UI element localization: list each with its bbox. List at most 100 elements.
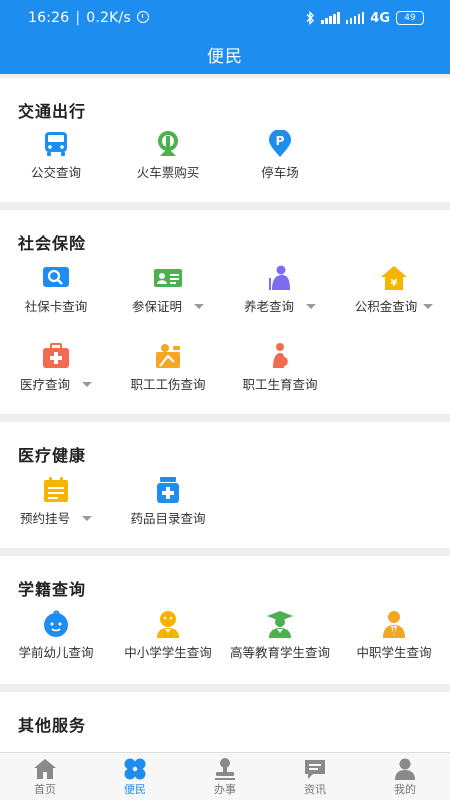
network-type: 4G	[370, 10, 390, 26]
service-label: 火车票购买	[136, 165, 200, 180]
service-label: 职工生育查询	[242, 377, 318, 392]
card-search-icon	[43, 267, 69, 287]
alarm-icon	[136, 11, 149, 23]
signal-icon	[321, 12, 340, 24]
section-title: 社会保险	[18, 234, 87, 253]
service-medical-query[interactable]: 医疗查询	[0, 342, 112, 398]
bus-icon	[45, 132, 67, 156]
service-label: 中小学学生查询	[124, 645, 212, 660]
svg-text:P: P	[276, 134, 285, 148]
parking-icon: P	[269, 130, 291, 157]
chevron-down-icon	[194, 304, 204, 309]
section-title: 其他服务	[18, 716, 87, 735]
service-social-card-query[interactable]: 社保卡查询	[0, 264, 112, 320]
medical-kit-icon	[43, 343, 69, 368]
service-drug-catalog[interactable]: 药品目录查询	[112, 476, 224, 532]
service-train-ticket[interactable]: 火车票购买	[112, 130, 224, 186]
service-label: 参保证明	[112, 298, 224, 316]
svg-text:¥: ¥	[391, 278, 398, 289]
service-label: 学前幼儿查询	[18, 645, 94, 660]
chevron-down-icon	[82, 516, 92, 521]
service-appointment[interactable]: 预约挂号	[0, 476, 112, 532]
section-transport: 交通出行 公交查询 火车票购买 P 停车场	[0, 78, 450, 202]
chevron-down-icon	[82, 382, 92, 387]
service-label: 职工工伤查询	[130, 377, 206, 392]
service-label: 养老查询	[224, 298, 336, 316]
student-icon	[157, 611, 179, 638]
service-maternity-query[interactable]: 职工生育查询	[224, 342, 336, 398]
service-housing-fund-query[interactable]: ¥ 公积金查询	[338, 264, 450, 320]
service-label: 预约挂号	[0, 510, 112, 528]
service-k12-student-query[interactable]: 中小学学生查询	[112, 610, 224, 676]
grid-icon	[124, 758, 146, 780]
service-label: 医疗查询	[0, 376, 112, 394]
chevron-down-icon	[423, 304, 434, 309]
section-title: 医疗健康	[18, 446, 87, 465]
tab-label: 便民	[124, 783, 146, 796]
service-work-injury-query[interactable]: 职工工伤查询	[112, 342, 224, 398]
section-healthcare: 医疗健康 预约挂号 药品目录查询	[0, 422, 450, 548]
baby-icon	[44, 610, 68, 637]
medicine-icon	[157, 477, 179, 503]
tab-label: 首页	[34, 783, 56, 796]
calendar-icon	[44, 477, 68, 502]
status-separator: |	[75, 10, 81, 26]
elderly-icon	[269, 265, 290, 290]
tab-home[interactable]: 首页	[0, 753, 90, 800]
id-card-icon	[154, 269, 182, 287]
section-other-services: 其他服务	[0, 692, 450, 752]
status-bar: 16:26 | 0.2K/s 4G 49	[0, 0, 450, 38]
user-icon	[395, 758, 415, 780]
section-title: 学籍查询	[18, 580, 87, 599]
label-text: 预约挂号	[19, 511, 70, 526]
tab-news[interactable]: 资讯	[270, 753, 360, 800]
service-higher-edu-query[interactable]: 高等教育学生查询	[224, 610, 336, 676]
bottom-tab-bar: 首页 便民 办事 资讯 我的	[0, 752, 450, 800]
status-right: 4G 49	[305, 10, 424, 26]
maternity-icon	[273, 343, 288, 368]
chevron-down-icon	[306, 304, 316, 309]
injury-icon	[156, 344, 180, 368]
status-speed: 0.2K/s	[86, 10, 131, 26]
section-student-records: 学籍查询 学前幼儿查询 中小学学生查询 高等教育学生查询 中职学生查询	[0, 556, 450, 684]
tab-label: 办事	[214, 783, 236, 796]
tab-mine[interactable]: 我的	[360, 753, 450, 800]
page-title: 便民	[207, 47, 243, 67]
section-title: 交通出行	[18, 102, 87, 121]
app-screen: 16:26 | 0.2K/s 4G 49 便民 交通出行 公交查询 火车票购买 …	[0, 0, 450, 800]
status-time: 16:26	[28, 10, 70, 26]
tab-label: 我的	[394, 783, 416, 796]
bluetooth-icon	[306, 11, 315, 25]
service-bus-query[interactable]: 公交查询	[0, 130, 112, 186]
battery-level: 49	[404, 13, 416, 23]
battery-icon: 49	[396, 11, 424, 25]
service-label: 药品目录查询	[130, 511, 206, 526]
tab-label: 资讯	[304, 783, 326, 796]
label-text: 参保证明	[131, 299, 182, 314]
service-label: 公积金查询	[338, 298, 450, 316]
top-bar: 16:26 | 0.2K/s 4G 49 便民	[0, 0, 450, 74]
signal-icon-2	[345, 12, 365, 24]
service-label: 社保卡查询	[24, 299, 88, 314]
service-parking[interactable]: P 停车场	[224, 130, 336, 186]
house-fund-icon: ¥	[381, 266, 407, 290]
section-social-insurance: 社会保险 社保卡查询 参保证明 养老查询 ¥ 公积金查询 医疗查询 职工工伤查询…	[0, 210, 450, 414]
service-label: 中职学生查询	[356, 645, 432, 660]
message-icon	[305, 760, 325, 779]
service-label: 停车场	[261, 165, 299, 180]
service-label: 公交查询	[30, 165, 81, 180]
service-insurance-proof[interactable]: 参保证明	[112, 264, 224, 320]
train-icon	[158, 131, 178, 156]
vocational-icon	[383, 611, 405, 638]
service-vocational-query[interactable]: 中职学生查询	[338, 610, 450, 676]
tab-affairs[interactable]: 办事	[180, 753, 270, 800]
service-label: 高等教育学生查询	[230, 645, 331, 660]
service-preschool-query[interactable]: 学前幼儿查询	[0, 610, 112, 676]
status-left: 16:26 | 0.2K/s	[28, 10, 149, 26]
graduate-icon	[267, 611, 293, 638]
service-pension-query[interactable]: 养老查询	[224, 264, 336, 320]
tab-convenience[interactable]: 便民	[90, 753, 180, 800]
label-text: 医疗查询	[19, 377, 70, 392]
label-text: 养老查询	[243, 299, 294, 314]
stamp-icon	[215, 758, 235, 780]
